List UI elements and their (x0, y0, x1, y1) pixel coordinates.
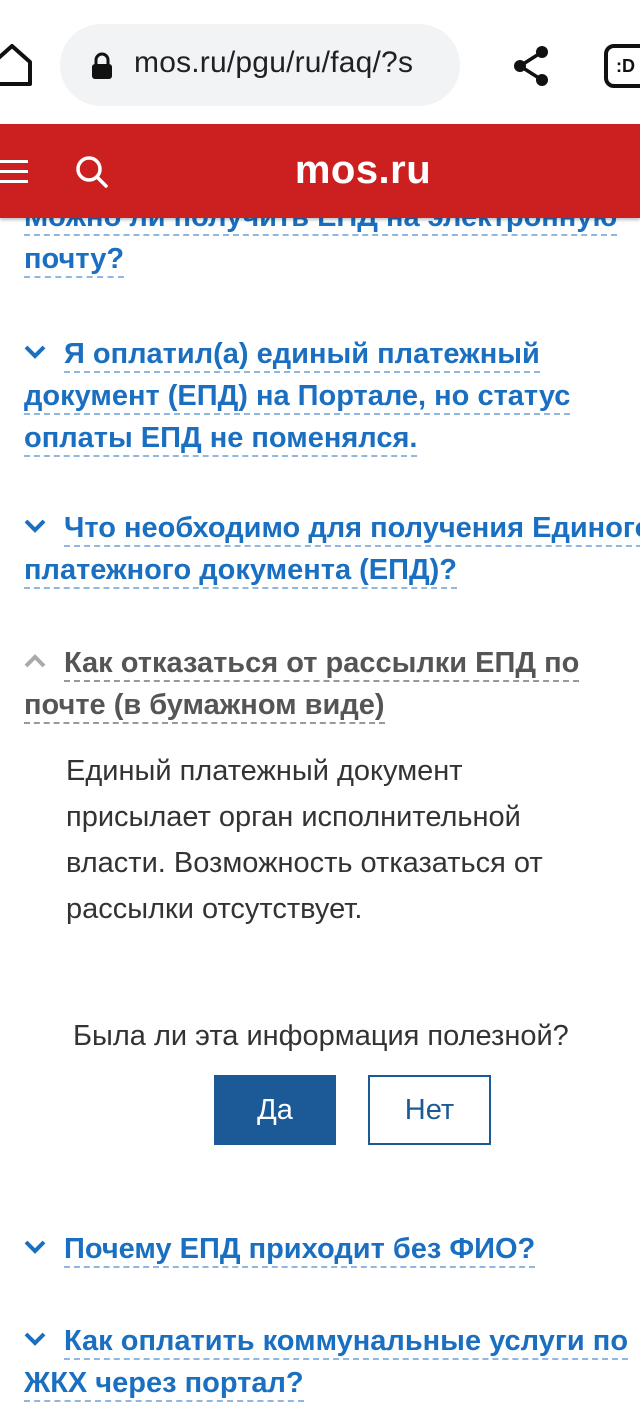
faq-answer: Единый платежный документ присылает орга… (66, 748, 626, 932)
answer-line: рассылки отсутствует. (66, 893, 363, 925)
site-logo[interactable]: mos.ru (0, 148, 640, 193)
share-icon[interactable] (510, 42, 554, 90)
faq-question-line: Почему ЕПД приходит без ФИО? (64, 1233, 536, 1268)
faq-question-line: Я оплатил(а) единый платежный (64, 338, 540, 373)
faq-question-payment-status[interactable]: Я оплатил(а) единый платежный документ (… (24, 333, 571, 459)
feedback-question: Была ли эта информация полезной? (73, 1020, 569, 1052)
lock-icon (90, 52, 114, 80)
chevron-down-icon (24, 1240, 46, 1255)
faq-question-line: почту? (24, 243, 125, 278)
url-text: mos.ru/pgu/ru/faq/?s (134, 46, 414, 79)
faq-question-line: Как оплатить коммунальные услуги по (64, 1325, 629, 1360)
feedback-yes-button[interactable]: Да (214, 1075, 336, 1145)
home-icon[interactable] (0, 40, 34, 90)
faq-question-line: Что необходимо для получения Единого (64, 512, 640, 547)
chevron-up-icon (24, 654, 46, 668)
tabs-button[interactable]: :D (604, 44, 640, 88)
site-header: mos.ru (0, 124, 640, 218)
browser-toolbar: mos.ru/pgu/ru/faq/?s :D (0, 0, 640, 122)
address-bar[interactable]: mos.ru/pgu/ru/faq/?s (60, 24, 460, 106)
answer-line: Единый платежный документ (66, 755, 463, 787)
faq-question-line: оплаты ЕПД не поменялся. (24, 422, 418, 457)
faq-question-line: документ (ЕПД) на Портале, но статус (24, 380, 571, 415)
faq-question-get-epd[interactable]: Что необходимо для получения Единого пла… (24, 507, 640, 591)
answer-line: власти. Возможность отказаться от (66, 847, 543, 879)
faq-question-line: почте (в бумажном виде) (24, 689, 385, 724)
feedback-no-button[interactable]: Нет (368, 1075, 491, 1145)
faq-question-no-name[interactable]: Почему ЕПД приходит без ФИО? (24, 1228, 536, 1270)
faq-question-line: ЖКХ через портал? (24, 1367, 304, 1402)
faq-question-pay-utilities[interactable]: Как оплатить коммунальные услуги по ЖКХ … (24, 1320, 629, 1404)
chevron-down-icon (24, 345, 46, 360)
faq-question-line: платежного документа (ЕПД)? (24, 554, 458, 589)
answer-line: присылает орган исполнительной (66, 801, 521, 833)
faq-question-line: Как отказаться от рассылки ЕПД по (64, 647, 580, 682)
faq-question-unsubscribe[interactable]: Как отказаться от рассылки ЕПД по почте … (24, 642, 580, 726)
chevron-down-icon (24, 519, 46, 534)
chevron-down-icon (24, 1332, 46, 1347)
